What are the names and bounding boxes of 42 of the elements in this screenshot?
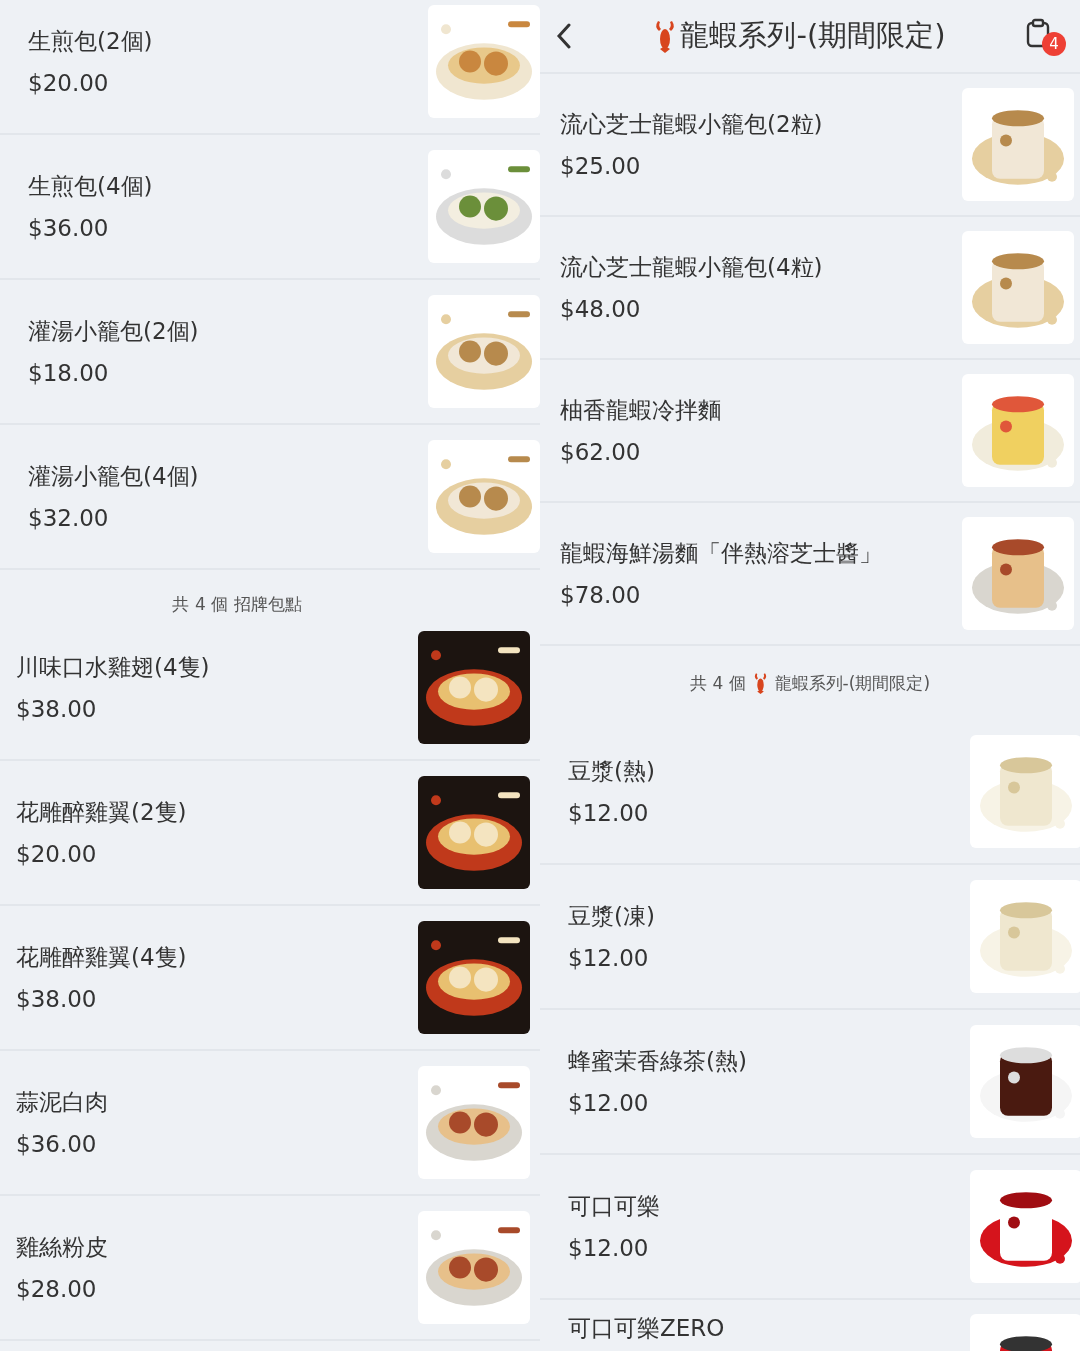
item-price: $48.00	[560, 294, 642, 323]
section-count: 共 4 個	[690, 671, 746, 695]
item-price: $78.00	[560, 580, 642, 609]
back-icon[interactable]	[556, 23, 572, 49]
item-name: 流心芝士龍蝦小籠包(2粒)	[560, 109, 823, 138]
item-name: 豆漿(凍)	[568, 901, 655, 930]
item-price: $25.00	[560, 151, 642, 180]
item-name: 灌湯小籠包(2個)	[28, 316, 199, 345]
item-name: 龍蝦海鮮湯麵「伴熱溶芝士醬」	[560, 538, 882, 567]
item-name: 流心芝士龍蝦小籠包(4粒)	[560, 252, 823, 281]
cart-count-badge: 4	[1042, 32, 1066, 56]
item-price: $12.00	[568, 1088, 650, 1117]
item-name: 川味口水雞翅(4隻)	[16, 652, 210, 681]
item-name: 柚香龍蝦冷拌麵	[560, 395, 721, 424]
item-price: $28.00	[16, 1274, 98, 1303]
item-price: $32.00	[28, 503, 110, 532]
item-price: $20.00	[16, 839, 98, 868]
item-name: 灌湯小籠包(4個)	[28, 461, 199, 490]
section-count: 共 4 個 招牌包點	[172, 593, 302, 616]
item-price: $18.00	[28, 358, 110, 387]
cart-button[interactable]: 4	[1026, 16, 1066, 56]
item-name: 雞絲粉皮	[16, 1232, 108, 1261]
section-title: 龍蝦系列-(期間限定)	[774, 671, 930, 695]
item-price: $12.00	[568, 943, 650, 972]
item-name: 蒜泥白肉	[16, 1087, 108, 1116]
item-name: 花雕醉雞翼(2隻)	[16, 797, 187, 826]
item-price: $36.00	[16, 1129, 98, 1158]
item-price: $20.00	[28, 68, 110, 97]
item-price: $12.00	[568, 798, 650, 827]
item-name: 花雕醉雞翼(4隻)	[16, 942, 187, 971]
item-price: $12.00	[568, 1233, 650, 1262]
item-name: 生煎包(2個)	[28, 26, 153, 55]
item-price: $38.00	[16, 694, 98, 723]
item-price: $62.00	[560, 437, 642, 466]
item-name: 豆漿(熱)	[568, 756, 655, 785]
item-name: 可口可樂	[568, 1191, 660, 1220]
item-name: 蜂蜜茉香綠茶(熱)	[568, 1046, 747, 1075]
item-name: 生煎包(4個)	[28, 171, 153, 200]
item-price: $38.00	[16, 984, 98, 1013]
page-title: 龍蝦系列-(期間限定)	[680, 17, 946, 54]
item-price: $36.00	[28, 213, 110, 242]
item-name: 可口可樂ZERO	[568, 1314, 725, 1342]
